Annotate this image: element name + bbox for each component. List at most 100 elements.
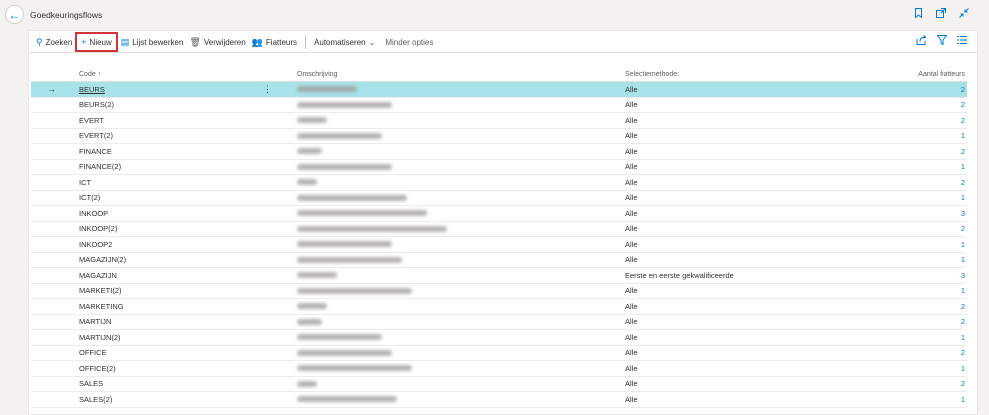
cell-code[interactable]: MARKETI(2) [79, 284, 122, 299]
table-row[interactable]: EVERT(2) Alle 1 [31, 129, 967, 144]
cell-code[interactable]: MAGAZIJN [79, 268, 117, 283]
cell-selection-method: Alle [625, 379, 638, 389]
cell-code[interactable]: FINANCE [79, 144, 112, 159]
column-header-code[interactable]: Code ↑ [79, 67, 101, 81]
cell-code[interactable]: EVERT [79, 113, 104, 128]
cell-approver-count[interactable]: 2 [961, 346, 965, 361]
table-row[interactable]: MARKETI(2) Alle 1 [31, 284, 967, 299]
approvers-button[interactable]: 👥 Fiatteurs [249, 33, 300, 51]
table-row[interactable]: INKOOP2 Alle 1 [31, 237, 967, 253]
column-header-approver-count[interactable]: Aantal fiatteurs [918, 67, 965, 81]
cell-description [297, 160, 392, 175]
cell-code[interactable]: BEURS [79, 82, 105, 97]
cell-approver-count[interactable]: 1 [961, 237, 965, 252]
column-header-selection-method[interactable]: Selectiemethode: [625, 67, 679, 81]
redacted-text [297, 225, 447, 232]
cell-approver-count[interactable]: 1 [961, 129, 965, 144]
cell-description [297, 82, 357, 97]
collapse-icon[interactable] [959, 8, 969, 21]
cell-code[interactable]: INKOOP2 [79, 237, 112, 252]
cell-approver-count[interactable]: 1 [961, 392, 965, 407]
delete-button[interactable]: 🗑 Verwijderen [186, 33, 248, 51]
automate-menu[interactable]: Automatiseren ⌄ [311, 33, 378, 51]
edit-list-button[interactable]: ▤ Lijst bewerken [118, 33, 187, 51]
cell-code[interactable]: ICT(2) [79, 191, 100, 206]
table-row[interactable]: MARTIJN Alle 2 [31, 315, 967, 330]
cell-approver-count[interactable]: 1 [961, 330, 965, 345]
cell-description [297, 330, 382, 345]
search-icon: ⚲ [36, 36, 43, 47]
list-view-icon[interactable] [957, 35, 967, 48]
cell-approver-count[interactable]: 1 [961, 284, 965, 299]
cell-approver-count[interactable]: 2 [961, 98, 965, 113]
cell-approver-count[interactable]: 3 [961, 268, 965, 283]
cell-code[interactable]: MARTIJN [79, 315, 111, 330]
redacted-text [297, 179, 317, 186]
cell-selection-method: Alle [625, 162, 638, 172]
redacted-text [297, 272, 337, 279]
bookmark-icon[interactable] [914, 8, 923, 21]
cell-approver-count[interactable]: 2 [961, 82, 965, 97]
cell-code[interactable]: SALES [79, 377, 103, 392]
cell-code[interactable]: MARTIJN(2) [79, 330, 121, 345]
table-row[interactable]: FINANCE(2) Alle 1 [31, 160, 967, 175]
filter-icon[interactable] [936, 35, 948, 48]
redacted-text [297, 241, 392, 248]
back-button[interactable]: ← [5, 5, 24, 24]
cell-approver-count[interactable]: 2 [961, 113, 965, 128]
cell-code[interactable]: ICT [79, 175, 91, 190]
open-new-window-icon[interactable] [936, 8, 946, 21]
cell-code[interactable]: INKOOP [79, 206, 108, 221]
cell-approver-count[interactable]: 1 [961, 160, 965, 175]
table-row[interactable]: MAGAZIJN Eerste en eerste gekwalificeerde… [31, 268, 967, 284]
cell-approver-count[interactable]: 1 [961, 191, 965, 206]
cell-code[interactable]: OFFICE(2) [79, 361, 116, 376]
cell-selection-method: Alle [625, 131, 638, 141]
table-row[interactable]: INKOOP(2) Alle 2 [31, 222, 967, 237]
cell-code[interactable]: INKOOP(2) [79, 222, 117, 237]
table-row[interactable]: ICT(2) Alle 1 [31, 191, 967, 206]
table-row[interactable]: MAGAZIJN(2) Alle 1 [31, 253, 967, 268]
row-actions-icon[interactable]: ⋮ [263, 82, 272, 97]
cell-description [297, 284, 412, 299]
table-row[interactable]: FINANCE Alle 2 [31, 144, 967, 160]
cell-description [297, 144, 322, 159]
table-row[interactable]: MARTIJN(2) Alle 1 [31, 330, 967, 346]
cell-approver-count[interactable]: 3 [961, 206, 965, 221]
cell-approver-count[interactable]: 2 [961, 299, 965, 314]
cell-code[interactable]: FINANCE(2) [79, 160, 121, 175]
cell-description [297, 377, 317, 392]
table-row[interactable]: BEURS(2) Alle 2 [31, 98, 967, 113]
search-button[interactable]: ⚲ Zoeken [33, 33, 75, 51]
table-row[interactable]: → BEURS ⋮ Alle 2 [31, 82, 967, 98]
table-row[interactable]: SALES(2) Alle 1 [31, 392, 967, 408]
table-row[interactable]: OFFICE Alle 2 [31, 346, 967, 361]
cell-code[interactable]: EVERT(2) [79, 129, 113, 144]
table-row[interactable]: ICT Alle 2 [31, 175, 967, 191]
cell-approver-count[interactable]: 2 [961, 315, 965, 330]
cell-approver-count[interactable]: 2 [961, 175, 965, 190]
cell-code[interactable]: OFFICE [79, 346, 107, 361]
table-row[interactable]: EVERT Alle 2 [31, 113, 967, 129]
cell-code[interactable]: MARKETING [79, 299, 124, 314]
cell-approver-count[interactable]: 2 [961, 144, 965, 159]
fewer-options-button[interactable]: Minder opties [382, 33, 436, 51]
cell-approver-count[interactable]: 1 [961, 361, 965, 376]
redacted-text [297, 210, 427, 217]
cell-code[interactable]: MAGAZIJN(2) [79, 253, 126, 268]
column-header-description[interactable]: Omschrijving [297, 67, 337, 81]
cell-selection-method: Alle [625, 363, 638, 373]
cell-approver-count[interactable]: 2 [961, 222, 965, 237]
cell-approver-count[interactable]: 1 [961, 253, 965, 268]
table-row[interactable]: OFFICE(2) Alle 1 [31, 361, 967, 377]
cell-description [297, 392, 397, 407]
cell-code[interactable]: SALES(2) [79, 392, 112, 407]
share-icon[interactable] [916, 35, 927, 48]
table-row[interactable]: SALES Alle 2 [31, 377, 967, 392]
table-row[interactable]: INKOOP Alle 3 [31, 206, 967, 222]
cell-code[interactable]: BEURS(2) [79, 98, 114, 113]
cell-description [297, 206, 427, 221]
new-button[interactable]: + Nieuw [75, 32, 118, 52]
table-row[interactable]: MARKETING Alle 2 [31, 299, 967, 315]
cell-approver-count[interactable]: 2 [961, 377, 965, 392]
